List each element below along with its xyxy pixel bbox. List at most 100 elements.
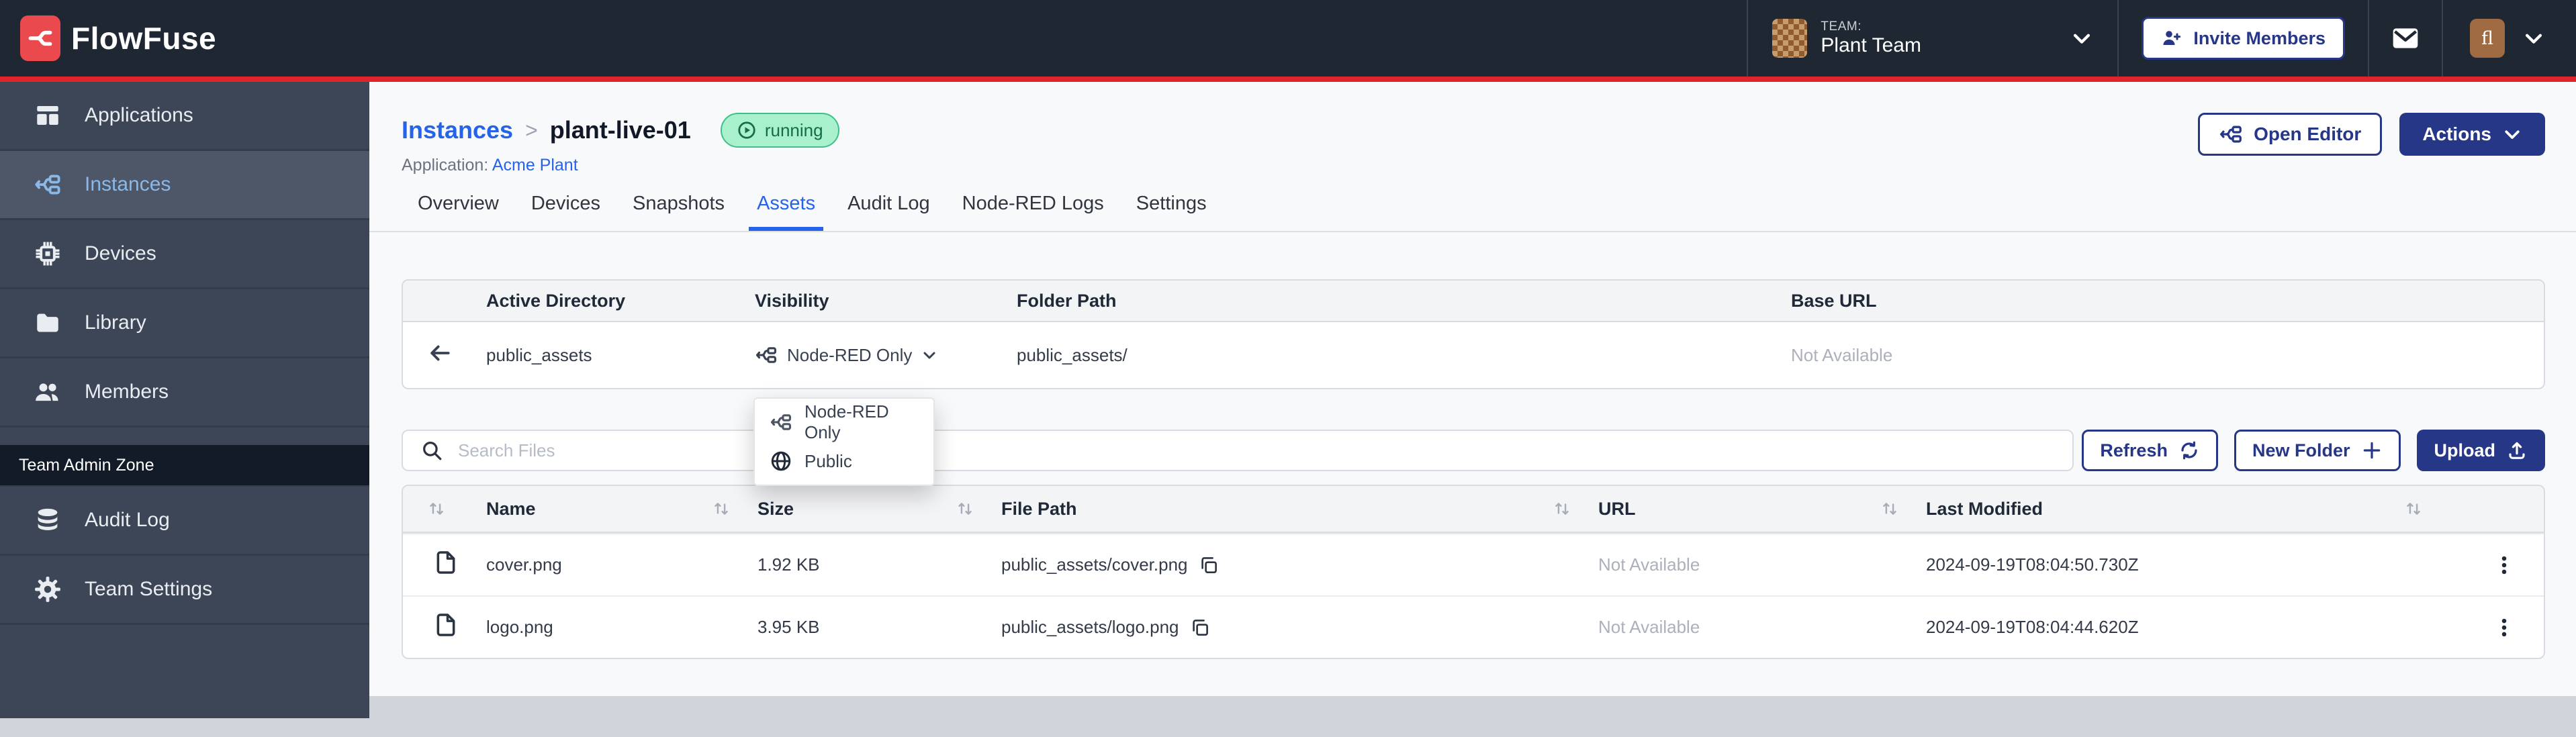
- tab-overview[interactable]: Overview: [418, 193, 499, 231]
- sidebar-item-team-settings[interactable]: Team Settings: [0, 556, 369, 625]
- file-icon: [432, 611, 459, 638]
- members-icon: [34, 378, 62, 406]
- library-icon: [34, 309, 62, 337]
- col-active-directory: Active Directory: [486, 291, 755, 311]
- search-icon: [420, 439, 443, 462]
- node-red-icon: [755, 344, 778, 366]
- kebab-menu-icon[interactable]: [2493, 616, 2516, 639]
- sidebar-item-members[interactable]: Members: [0, 358, 369, 428]
- file-modified: 2024-09-19T08:04:50.730Z: [1926, 554, 2450, 575]
- team-admin-zone-header: Team Admin Zone: [0, 445, 369, 487]
- sidebar-item-library[interactable]: Library: [0, 289, 369, 358]
- application-link[interactable]: Acme Plant: [492, 156, 578, 175]
- upload-button[interactable]: Upload: [2417, 430, 2546, 471]
- tab-settings[interactable]: Settings: [1136, 193, 1207, 231]
- directory-name: public_assets: [486, 345, 755, 366]
- col-base-url: Base URL: [1791, 291, 2520, 311]
- mail-icon[interactable]: [2391, 23, 2420, 53]
- visibility-select[interactable]: Node-RED Only: [755, 344, 1017, 366]
- file-size: 3.95 KB: [757, 617, 1001, 638]
- copy-icon[interactable]: [1190, 618, 1210, 638]
- sort-icon[interactable]: [1553, 499, 1571, 518]
- file-modified: 2024-09-19T08:04:44.620Z: [1926, 617, 2450, 638]
- chevron-down-icon: [2502, 124, 2522, 144]
- kebab-menu-icon[interactable]: [2493, 554, 2516, 577]
- search-input[interactable]: [458, 440, 2055, 461]
- dropdown-option-node-red-only[interactable]: Node-RED Only: [755, 403, 933, 442]
- sort-icon[interactable]: [1880, 499, 1899, 518]
- sidebar-item-devices[interactable]: Devices: [0, 220, 369, 289]
- chevron-down-icon: [921, 347, 937, 363]
- globe-icon: [770, 450, 792, 473]
- chevron-down-icon: [2522, 27, 2545, 50]
- visibility-dropdown: Node-RED Only Public: [753, 397, 935, 486]
- files-header-row: Name Size File Path URL: [403, 486, 2544, 533]
- tab-devices[interactable]: Devices: [531, 193, 600, 231]
- status-badge: running: [721, 113, 839, 148]
- play-circle-icon: [737, 120, 757, 140]
- gear-icon: [34, 575, 62, 603]
- chevron-down-icon: [2070, 27, 2093, 50]
- team-label: TEAM:: [1821, 19, 2057, 34]
- col-last-modified[interactable]: Last Modified: [1926, 499, 2450, 520]
- copy-icon[interactable]: [1199, 555, 1219, 575]
- col-name[interactable]: Name: [486, 499, 757, 520]
- directory-folder-path: public_assets/: [1017, 345, 1791, 366]
- audit-log-icon: [34, 506, 62, 534]
- user-avatar: fl: [2470, 19, 2505, 58]
- team-avatar: [1772, 19, 1807, 58]
- instance-tabs: Overview Devices Snapshots Assets Audit …: [369, 193, 2576, 232]
- new-folder-button[interactable]: New Folder: [2234, 430, 2401, 471]
- person-plus-icon: [2161, 28, 2182, 49]
- col-file-path[interactable]: File Path: [1001, 499, 1598, 520]
- table-row[interactable]: cover.png 1.92 KB public_assets/cover.pn…: [403, 533, 2544, 595]
- breadcrumb: Instances > plant-live-01 running: [402, 113, 839, 148]
- file-url: Not Available: [1598, 554, 1926, 575]
- brand-red-divider: [0, 77, 2576, 82]
- open-editor-button[interactable]: Open Editor: [2198, 113, 2382, 156]
- brand[interactable]: FlowFuse: [20, 15, 216, 61]
- files-toolbar: Refresh New Folder Upload: [402, 430, 2545, 471]
- page-title: plant-live-01: [550, 116, 691, 144]
- topbar-right: TEAM: Plant Team Invite Members: [1747, 0, 2557, 77]
- col-file-icon[interactable]: [427, 499, 486, 518]
- application-line: Application: Acme Plant: [402, 156, 839, 175]
- files-table: Name Size File Path URL: [402, 485, 2545, 659]
- dropdown-option-public[interactable]: Public: [755, 442, 933, 481]
- col-url[interactable]: URL: [1598, 499, 1926, 520]
- sidebar-item-instances[interactable]: Instances: [0, 151, 369, 220]
- user-menu[interactable]: fl: [2443, 19, 2557, 58]
- refresh-button[interactable]: Refresh: [2082, 430, 2218, 471]
- breadcrumb-separator: >: [525, 118, 538, 143]
- tab-audit-log[interactable]: Audit Log: [847, 193, 930, 231]
- team-selector[interactable]: TEAM: Plant Team: [1748, 0, 2117, 77]
- page: FlowFuse TEAM: Plant Team: [0, 0, 2576, 737]
- instances-icon: [34, 170, 62, 199]
- brand-name: FlowFuse: [71, 20, 216, 56]
- file-size: 1.92 KB: [757, 554, 1001, 575]
- col-folder-path: Folder Path: [1017, 291, 1791, 311]
- sort-icon[interactable]: [956, 499, 974, 518]
- col-size[interactable]: Size: [757, 499, 1001, 520]
- sidebar-item-applications[interactable]: Applications: [0, 82, 369, 151]
- directory-header-row: Active Directory Visibility Folder Path …: [403, 281, 2544, 322]
- node-red-icon: [770, 411, 792, 434]
- sort-icon[interactable]: [427, 499, 446, 518]
- arrow-left-icon[interactable]: [427, 340, 453, 366]
- actions-button[interactable]: Actions: [2399, 113, 2545, 156]
- file-url: Not Available: [1598, 617, 1926, 638]
- upload-icon: [2506, 440, 2528, 461]
- tab-assets[interactable]: Assets: [749, 193, 823, 231]
- devices-icon: [34, 240, 62, 268]
- sort-icon[interactable]: [2404, 499, 2423, 518]
- tab-snapshots[interactable]: Snapshots: [633, 193, 725, 231]
- directory-row: public_assets Node-RED Only public_asset…: [403, 322, 2544, 388]
- refresh-icon: [2178, 440, 2200, 461]
- file-name: logo.png: [486, 617, 757, 638]
- sidebar-item-audit-log[interactable]: Audit Log: [0, 487, 369, 556]
- invite-members-button[interactable]: Invite Members: [2142, 17, 2345, 60]
- table-row[interactable]: logo.png 3.95 KB public_assets/logo.png …: [403, 595, 2544, 658]
- tab-node-red-logs[interactable]: Node-RED Logs: [962, 193, 1104, 231]
- sort-icon[interactable]: [712, 499, 731, 518]
- breadcrumb-instances-link[interactable]: Instances: [402, 116, 513, 144]
